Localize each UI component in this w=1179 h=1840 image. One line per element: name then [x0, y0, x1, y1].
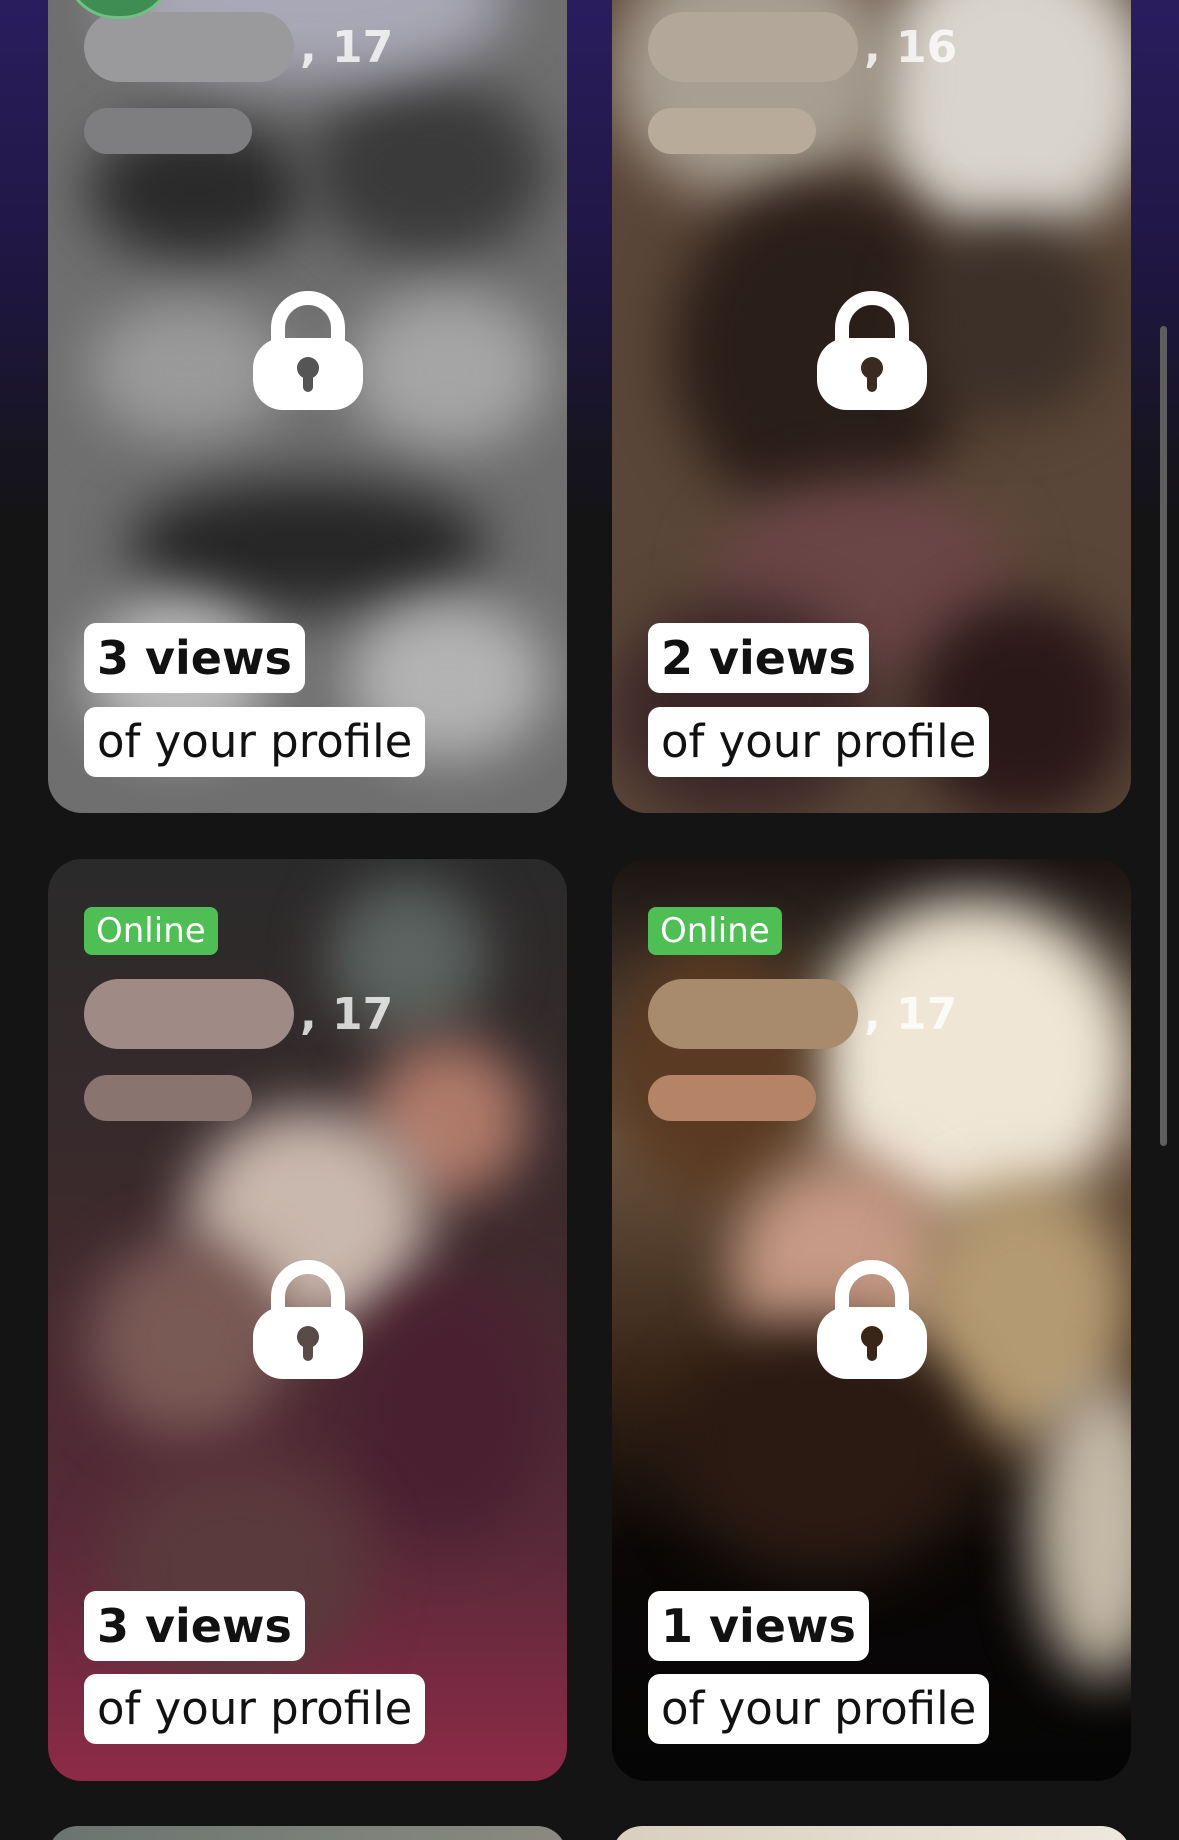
profile-card[interactable]	[612, 1826, 1131, 1840]
online-badge: Online	[648, 907, 782, 955]
age-label: , 16	[864, 21, 958, 73]
profile-card[interactable]: Online , 17 3 views of your profile	[48, 859, 567, 1781]
name-row: , 17	[648, 979, 957, 1049]
views-count: 3 views	[84, 623, 305, 693]
age-label: , 17	[300, 988, 394, 1040]
name-row: , 16	[648, 12, 957, 82]
profile-card[interactable]	[48, 1826, 567, 1840]
age-label: , 17	[864, 988, 958, 1040]
screen: , 17 3 views of your profile , 16 2 view…	[0, 0, 1179, 1840]
name-placeholder	[84, 12, 294, 82]
profile-card[interactable]: , 17 3 views of your profile	[48, 0, 567, 813]
profile-card[interactable]: Online , 17 1 views of your profile	[612, 859, 1131, 1781]
lock-icon	[253, 291, 363, 410]
lock-icon	[817, 291, 927, 410]
location-placeholder	[648, 108, 816, 154]
age-label: , 17	[300, 21, 394, 73]
location-placeholder	[84, 1075, 252, 1121]
location-placeholder	[648, 1075, 816, 1121]
scrollbar[interactable]	[1160, 326, 1167, 1146]
name-row: , 17	[84, 12, 393, 82]
name-row: , 17	[84, 979, 393, 1049]
views-count: 2 views	[648, 623, 869, 693]
online-badge: Online	[84, 907, 218, 955]
views-subtitle: of your profile	[648, 1674, 990, 1744]
views-subtitle: of your profile	[84, 1674, 426, 1744]
name-placeholder	[84, 979, 294, 1049]
lock-icon	[253, 1260, 363, 1379]
profile-card[interactable]: , 16 2 views of your profile	[612, 0, 1131, 813]
views-count: 1 views	[648, 1591, 869, 1661]
location-placeholder	[84, 108, 252, 154]
name-placeholder	[648, 12, 858, 82]
views-subtitle: of your profile	[84, 707, 426, 777]
views-subtitle: of your profile	[648, 707, 990, 777]
lock-icon	[817, 1260, 927, 1379]
views-count: 3 views	[84, 1591, 305, 1661]
name-placeholder	[648, 979, 858, 1049]
